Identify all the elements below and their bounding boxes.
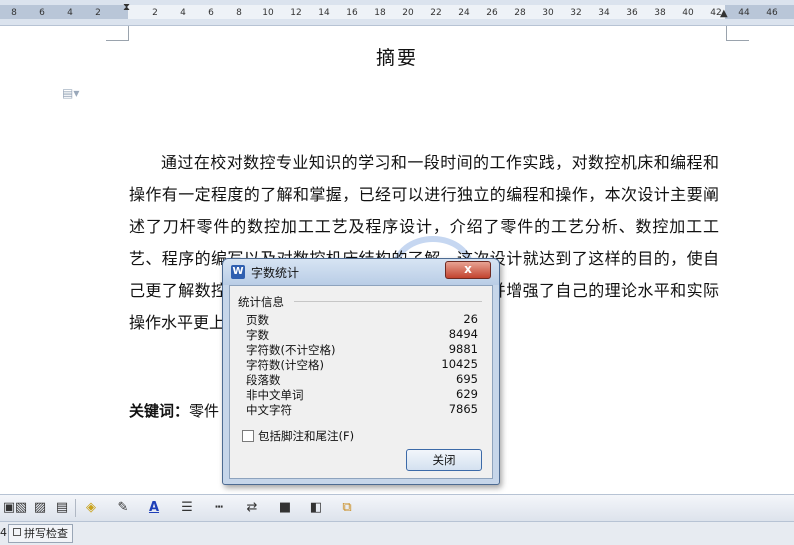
stats-section-label: 统计信息 xyxy=(238,295,284,309)
include-footnotes-label: 包括脚注和尾注(F) xyxy=(258,429,355,443)
stat-label: 段落数 xyxy=(246,373,281,387)
stat-value: 7865 xyxy=(448,402,478,416)
section-divider xyxy=(294,301,482,302)
ruler-label: 8 xyxy=(236,8,242,18)
stat-label: 字符数(计空格) xyxy=(246,358,324,372)
ruler-label: 4 xyxy=(67,8,73,18)
stat-label: 页数 xyxy=(246,313,269,327)
stat-row: 非中文单词 629 xyxy=(246,387,478,402)
right-indent-marker[interactable]: ▲ xyxy=(720,9,728,19)
stat-label: 中文字符 xyxy=(246,403,292,417)
ruler-label: 40 xyxy=(682,8,694,18)
stat-row: 段落数 695 xyxy=(246,372,478,387)
ruler-label: 44 xyxy=(738,8,750,18)
left-indent-marker[interactable]: ⧗ xyxy=(123,3,130,13)
document-title: 摘要 xyxy=(375,47,418,69)
close-button[interactable]: 关闭 xyxy=(406,449,482,471)
ruler-label: 30 xyxy=(542,8,554,18)
stat-value: 10425 xyxy=(441,357,478,371)
stat-label: 非中文单词 xyxy=(246,388,304,402)
status-bar: 4 拼写检查 xyxy=(0,521,794,545)
ruler-label: 10 xyxy=(262,8,274,18)
ruler-label: 24 xyxy=(458,8,470,18)
ruler-label: 14 xyxy=(318,8,330,18)
keywords-value: 零件 xyxy=(189,402,220,420)
ruler-label: 8 xyxy=(11,8,17,18)
ruler-label: 28 xyxy=(514,8,526,18)
ruler-label: 36 xyxy=(626,8,638,18)
line-style-icon[interactable]: ☰ xyxy=(178,499,196,517)
include-footnotes-checkbox[interactable] xyxy=(242,430,254,442)
ruler-label: 16 xyxy=(346,8,358,18)
ruler-label: 26 xyxy=(486,8,498,18)
stat-value: 8494 xyxy=(448,327,478,341)
3d-icon[interactable]: ◧ xyxy=(307,499,325,517)
dialog-title: 字数统计 xyxy=(251,266,300,280)
word-count-dialog: W 字数统计 x 统计信息 页数 26 字数 8494 字符数(不计空格) 98… xyxy=(222,258,500,485)
keywords-line: 关键词：零件 xyxy=(129,400,219,421)
stat-value: 629 xyxy=(456,387,478,401)
stat-value: 695 xyxy=(456,372,478,386)
keywords-label: 关键词： xyxy=(129,402,190,420)
dialog-close-button[interactable]: x xyxy=(445,261,491,279)
ruler-label: 12 xyxy=(290,8,302,18)
dialog-titlebar[interactable]: W 字数统计 x xyxy=(223,259,499,285)
shadow-icon[interactable]: ■ xyxy=(276,499,294,517)
status-page-number: 4 xyxy=(0,526,7,539)
dialog-body: 统计信息 页数 26 字数 8494 字符数(不计空格) 9881 字符数(计空… xyxy=(229,285,493,479)
include-footnotes-option[interactable]: 包括脚注和尾注(F) xyxy=(242,428,354,444)
drawing-toolbar: ▣ ▧ ▨ ▤ ◈ ✎ A ☰ ┅ ⇄ ■ ◧ ⧉ xyxy=(0,494,794,521)
horizontal-ruler[interactable]: 8 6 4 2 2 4 6 8 10 12 14 16 18 20 22 24 … xyxy=(0,0,794,26)
ruler-label: 4 xyxy=(180,8,186,18)
ruler-label: 2 xyxy=(152,8,158,18)
ruler-label: 2 xyxy=(95,8,101,18)
stat-label: 字数 xyxy=(246,328,269,342)
spell-check-button[interactable]: 拼写检查 xyxy=(8,524,73,543)
wps-writer-icon: W xyxy=(231,265,245,279)
ruler-label: 38 xyxy=(654,8,666,18)
paste-options-icon[interactable]: ▤▾ xyxy=(62,86,79,100)
spell-check-label: 拼写检查 xyxy=(24,527,68,540)
ruler-label: 46 xyxy=(766,8,778,18)
ruler-left-margin xyxy=(0,5,128,19)
ruler-label: 6 xyxy=(39,8,45,18)
ruler-right-margin xyxy=(725,5,794,19)
stat-value: 9881 xyxy=(448,342,478,356)
spell-check-icon xyxy=(13,528,21,536)
stat-row: 中文字符 7865 xyxy=(246,402,478,417)
font-color-icon[interactable]: A xyxy=(145,499,163,517)
fill-color-icon[interactable]: ◈ xyxy=(82,499,100,517)
stat-row: 页数 26 xyxy=(246,312,478,327)
ruler-label: 6 xyxy=(208,8,214,18)
stat-value: 26 xyxy=(463,312,478,326)
ruler-label: 18 xyxy=(374,8,386,18)
arrow-style-icon[interactable]: ⇄ xyxy=(243,499,261,517)
margin-corner-mark xyxy=(726,26,749,41)
stat-row: 字符数(不计空格) 9881 xyxy=(246,342,478,357)
line-color-icon[interactable]: ✎ xyxy=(114,499,132,517)
dash-style-icon[interactable]: ┅ xyxy=(210,499,228,517)
insert-icon[interactable]: ▤ xyxy=(53,499,71,517)
stat-row: 字符数(计空格) 10425 xyxy=(246,357,478,372)
photo-icon[interactable]: ▨ xyxy=(31,499,49,517)
margin-corner-mark xyxy=(106,26,129,41)
ruler-label: 34 xyxy=(598,8,610,18)
toolbar-separator xyxy=(75,499,76,517)
ruler-label: 22 xyxy=(430,8,442,18)
stat-row: 字数 8494 xyxy=(246,327,478,342)
arrange-icon[interactable]: ⧉ xyxy=(338,499,356,517)
ruler-label: 20 xyxy=(402,8,414,18)
stat-label: 字符数(不计空格) xyxy=(246,343,336,357)
ruler-label: 32 xyxy=(570,8,582,18)
picture-icon[interactable]: ▧ xyxy=(12,499,30,517)
